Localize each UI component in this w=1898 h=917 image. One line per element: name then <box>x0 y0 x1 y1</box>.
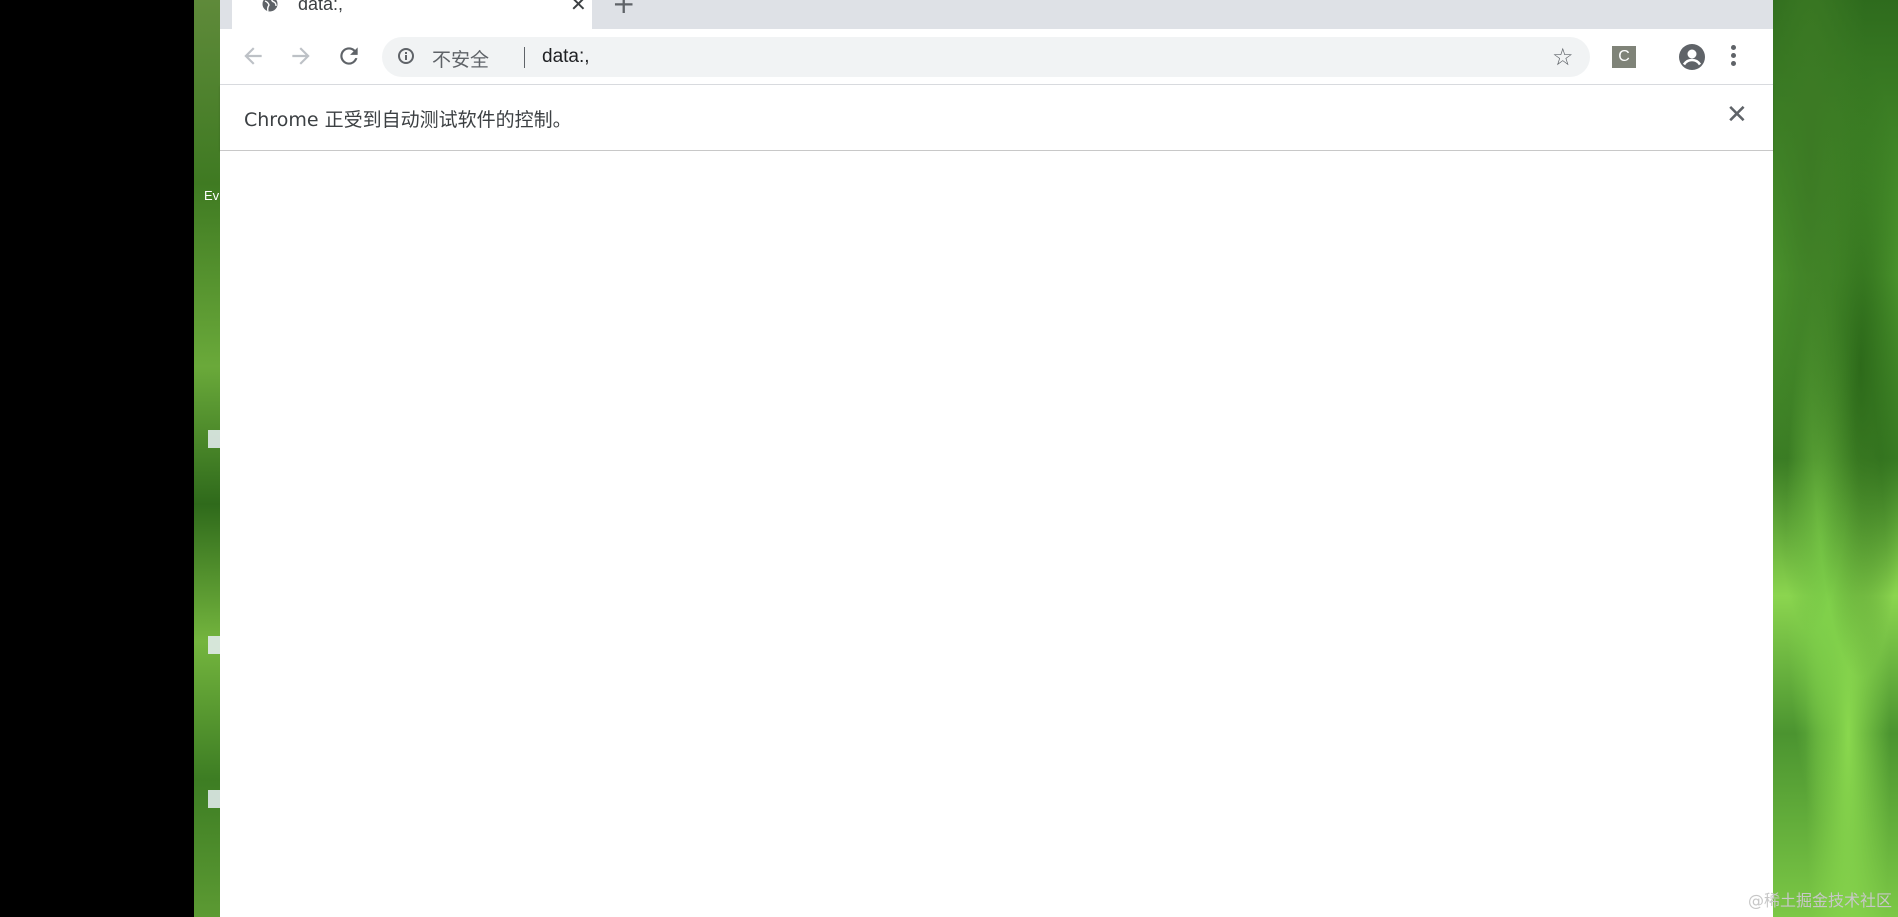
tab-title: data:, <box>298 0 344 14</box>
security-label[interactable]: 不安全 <box>432 45 489 72</box>
tab-active[interactable]: data:, ✕ <box>232 0 592 29</box>
url-text[interactable]: data:, <box>542 46 590 68</box>
browser-window: data:, ✕ + 不安全 data:, ☆ C Chrome 正受到自动测试… <box>220 0 1773 917</box>
infobar-message: Chrome 正受到自动测试软件的控制。 <box>244 109 572 131</box>
extension-icon[interactable]: C <box>1612 46 1636 68</box>
omnibox-separator <box>524 47 525 68</box>
address-bar[interactable]: 不安全 data:, ☆ <box>382 37 1590 77</box>
desktop-wallpaper-left <box>194 0 220 917</box>
info-icon[interactable] <box>398 48 414 64</box>
plus-icon[interactable]: + <box>612 0 635 18</box>
desktop-icon[interactable] <box>208 636 220 654</box>
desktop-icon-label: Ev <box>204 188 220 203</box>
arrow-right-icon[interactable] <box>288 43 314 69</box>
watermark: @稀土掘金技术社区 <box>1747 891 1892 910</box>
arrow-left-icon[interactable] <box>240 43 266 69</box>
globe-icon <box>262 0 278 12</box>
reload-icon[interactable] <box>336 43 362 69</box>
close-icon[interactable]: ✕ <box>1726 101 1748 129</box>
tab-strip: data:, ✕ + <box>220 0 1773 29</box>
automation-infobar: Chrome 正受到自动测试软件的控制。 ✕ <box>220 85 1773 151</box>
star-icon[interactable]: ☆ <box>1552 43 1574 71</box>
close-icon[interactable]: ✕ <box>570 0 587 14</box>
profile-icon[interactable] <box>1678 43 1706 71</box>
desktop-icon[interactable] <box>208 790 220 808</box>
desktop-wallpaper-right <box>1773 0 1898 917</box>
page-content <box>220 151 1773 917</box>
more-vert-icon[interactable] <box>1730 45 1736 69</box>
browser-toolbar: 不安全 data:, ☆ C <box>220 29 1773 85</box>
desktop-icon[interactable] <box>208 430 220 448</box>
